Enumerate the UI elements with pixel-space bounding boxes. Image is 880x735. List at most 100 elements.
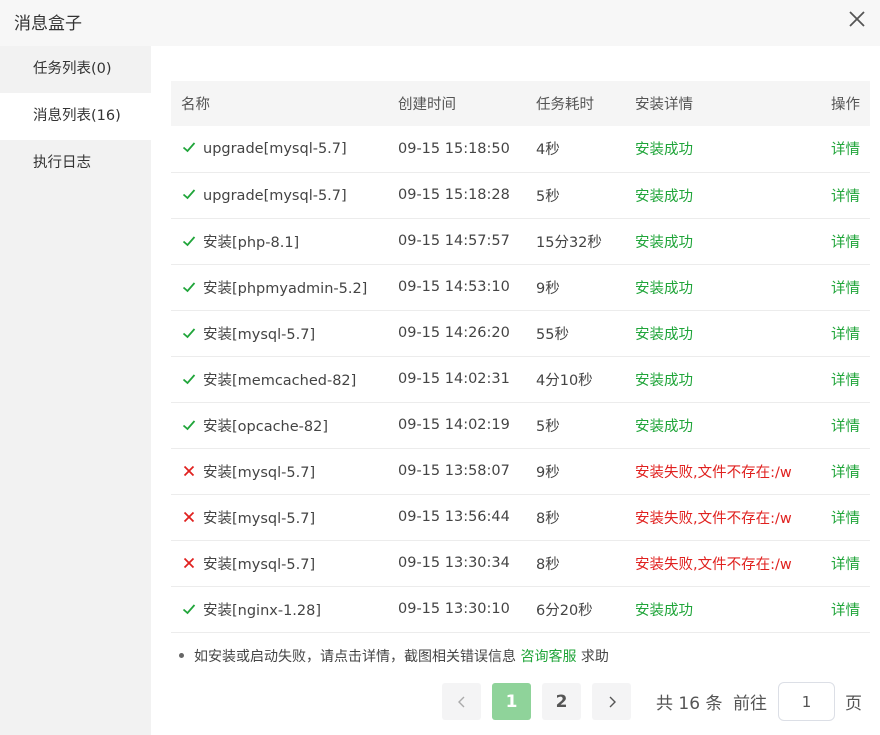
detail-link[interactable]: 详情 [831,189,860,205]
cell-created: 09-15 13:30:10 [398,601,510,617]
table-row: 安装[phpmyadmin-5.2] 09-15 14:53:10 9秒 安装成功 详情 [171,264,870,310]
cell-install-detail: 安装成功 [635,602,693,619]
header-detail: 安装详情 [635,97,693,113]
cell-install-detail: 安装失败,文件不存在:/w [635,464,792,481]
detail-link[interactable]: 详情 [831,511,860,527]
cell-name: 安装[memcached-82] [171,356,388,402]
cell-duration: 55秒 [536,326,569,343]
help-tip: 如安装或启动失败，请点击详情，截图相关错误信息 咨询客服 求助 [179,646,609,666]
sidebar-item-message-list[interactable]: 消息列表(16) [0,93,151,140]
header-created: 创建时间 [398,97,456,113]
check-icon [182,419,196,430]
detail-link[interactable]: 详情 [831,465,860,481]
cell-install-detail: 安装失败,文件不存在:/w [635,556,792,573]
table-row: 安装[mysql-5.7] 09-15 13:56:44 8秒 安装失败,文件不存在:… [171,494,870,540]
task-name: 安装[memcached-82] [203,372,357,389]
sidebar-item-task-list[interactable]: 任务列表(0) [0,46,151,93]
header-action: 操作 [831,97,860,113]
sidebar-item-exec-log[interactable]: 执行日志 [0,140,151,187]
cell-name: 安装[mysql-5.7] [171,494,388,540]
bullet-dot [179,653,184,658]
next-page-button[interactable] [592,683,631,720]
cell-created: 09-15 14:02:31 [398,371,510,387]
task-name: 安装[mysql-5.7] [203,464,316,481]
detail-link[interactable]: 详情 [831,235,860,251]
cell-name: 安装[nginx-1.28] [171,586,388,632]
dialog-header: 消息盒子 [0,0,880,46]
cross-icon [183,511,195,522]
cell-duration: 15分32秒 [536,234,602,251]
table-row: upgrade[mysql-5.7] 09-15 15:18:28 5秒 安装成功 详情 [171,172,870,218]
prev-page-button[interactable] [442,683,481,720]
table-row: 安装[mysql-5.7] 09-15 14:26:20 55秒 安装成功 详情 [171,310,870,356]
total-count: 共 16 条 [656,694,723,714]
task-name: 安装[mysql-5.7] [203,510,316,527]
check-icon [182,327,196,338]
cross-icon [183,557,195,568]
detail-link[interactable]: 详情 [831,603,860,619]
detail-link[interactable]: 详情 [831,327,860,343]
goto-page-input[interactable] [778,682,835,721]
task-name: 安装[php-8.1] [203,234,300,251]
check-icon [182,373,196,384]
tip-text: 如安装或启动失败，请点击详情，截图相关错误信息 [194,649,516,665]
cell-created: 09-15 13:56:44 [398,509,510,525]
detail-link[interactable]: 详情 [831,419,860,435]
page-button-1[interactable]: 1 [492,683,531,720]
task-name: 安装[phpmyadmin-5.2] [203,280,368,297]
task-name: 安装[mysql-5.7] [203,326,316,343]
cell-created: 09-15 14:02:19 [398,417,510,433]
detail-link[interactable]: 详情 [831,281,860,297]
cell-created: 09-15 14:57:57 [398,233,510,249]
cell-duration: 8秒 [536,510,560,527]
cross-icon [183,465,195,476]
cell-install-detail: 安装成功 [635,372,693,389]
message-table-container: 名称 创建时间 任务耗时 安装详情 操作 upgrade[mysql-5.7] 0… [171,81,870,633]
cell-install-detail: 安装成功 [635,142,693,159]
cell-duration: 9秒 [536,464,560,481]
cell-install-detail: 安装成功 [635,188,693,205]
close-icon[interactable] [846,8,868,30]
cell-created: 09-15 14:26:20 [398,325,510,341]
cell-created: 09-15 14:53:10 [398,279,510,295]
cell-created: 09-15 15:18:50 [398,140,510,157]
cell-install-detail: 安装失败,文件不存在:/w [635,510,792,527]
cell-name: upgrade[mysql-5.7] [171,126,388,172]
chevron-left-icon [457,696,464,707]
cell-created: 09-15 13:30:34 [398,555,510,571]
cell-name: upgrade[mysql-5.7] [171,172,388,218]
table-row: upgrade[mysql-5.7] 09-15 15:18:50 4秒 安装成功 详情 [171,126,870,172]
cell-duration: 9秒 [536,280,560,297]
sidebar: 任务列表(0) 消息列表(16) 执行日志 [0,46,151,735]
message-table: 名称 创建时间 任务耗时 安装详情 操作 upgrade[mysql-5.7] 0… [171,81,870,633]
cell-name: 安装[mysql-5.7] [171,310,388,356]
cell-created: 09-15 13:58:07 [398,463,510,479]
cell-duration: 4秒 [536,142,560,159]
task-name: 安装[nginx-1.28] [203,602,322,619]
table-row: 安装[memcached-82] 09-15 14:02:31 4分10秒 安装成功 详… [171,356,870,402]
tip-suffix: 求助 [580,649,609,665]
cell-name: 安装[phpmyadmin-5.2] [171,264,388,310]
check-icon [182,188,196,199]
header-name: 名称 [181,97,210,113]
detail-link[interactable]: 详情 [831,142,860,158]
chevron-right-icon [609,696,616,707]
cell-install-detail: 安装成功 [635,326,693,343]
contact-support-link[interactable]: 咨询客服 [520,649,576,665]
cell-duration: 6分20秒 [536,602,593,619]
check-icon [182,603,196,614]
cell-created: 09-15 15:18:28 [398,187,510,203]
dialog-title: 消息盒子 [14,14,82,34]
check-icon [182,235,196,246]
table-row: 安装[mysql-5.7] 09-15 13:58:07 9秒 安装失败,文件不存在:… [171,448,870,494]
cell-name: 安装[php-8.1] [171,218,388,264]
detail-link[interactable]: 详情 [831,373,860,389]
page-unit-label: 页 [845,694,862,714]
task-name: upgrade[mysql-5.7] [203,187,347,204]
cell-install-detail: 安装成功 [635,234,693,251]
detail-link[interactable]: 详情 [831,557,860,573]
table-header-row: 名称 创建时间 任务耗时 安装详情 操作 [171,81,870,126]
page-button-2[interactable]: 2 [542,683,581,720]
check-icon [182,142,196,153]
cell-name: 安装[mysql-5.7] [171,540,388,586]
